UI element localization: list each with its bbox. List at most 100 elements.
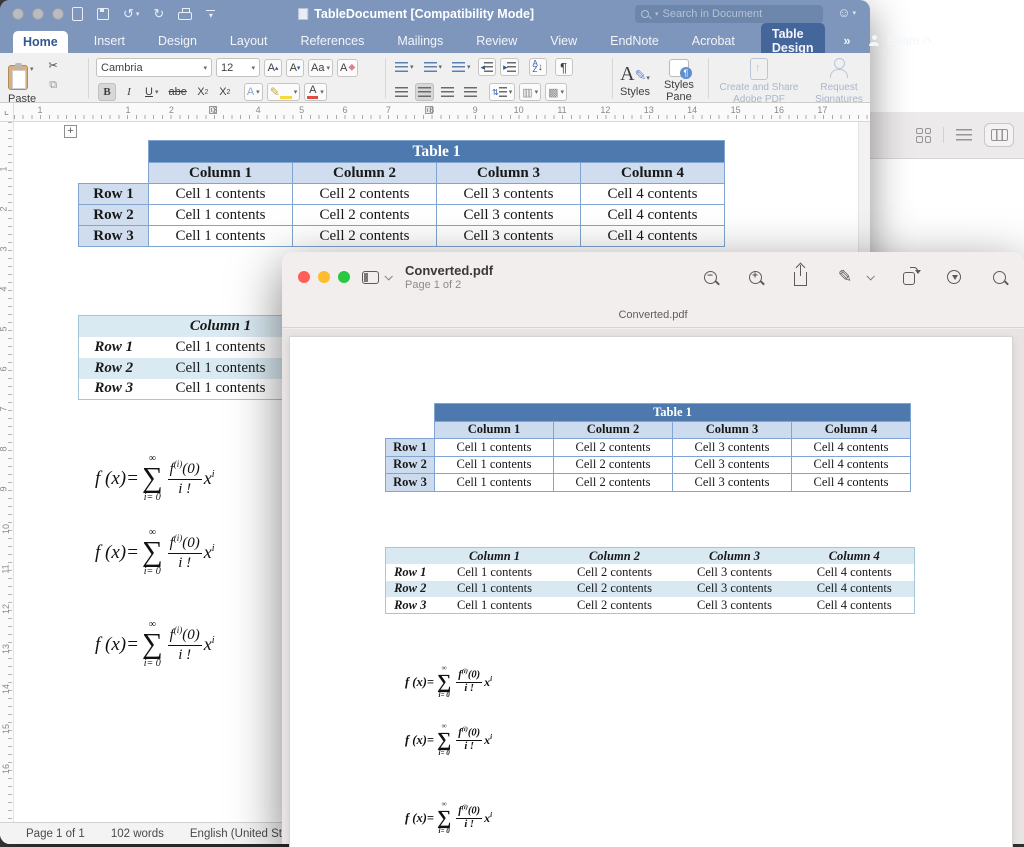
table-cell[interactable]: Cell 3 contents xyxy=(437,184,581,205)
search-button[interactable] xyxy=(990,268,1008,286)
clear-formatting-button[interactable]: A⬥ xyxy=(337,59,358,77)
zoom-button[interactable] xyxy=(338,271,350,283)
borders-button[interactable]: ▩▾ xyxy=(545,83,567,101)
row-header[interactable]: Row 3 xyxy=(79,379,149,400)
table-title[interactable]: Table 1 xyxy=(149,141,725,163)
bold-button[interactable]: B xyxy=(98,83,116,101)
bullet-list-button[interactable]: ▾ xyxy=(392,58,417,76)
table-cell[interactable]: Cell 1 contents xyxy=(149,379,293,400)
row-header[interactable]: Row 1 xyxy=(79,337,149,358)
grid-view-icon[interactable] xyxy=(916,128,931,143)
tab-mailings[interactable]: Mailings xyxy=(390,31,450,51)
save-icon[interactable] xyxy=(97,8,109,20)
zoom-button[interactable] xyxy=(52,8,64,20)
tab-view[interactable]: View xyxy=(543,31,584,51)
minimize-button[interactable] xyxy=(318,271,330,283)
tab-layout[interactable]: Layout xyxy=(223,31,275,51)
strikethrough-button[interactable]: abe xyxy=(165,83,189,101)
line-spacing-button[interactable]: ⇅▾ xyxy=(489,83,515,101)
table-cell[interactable]: Cell 2 contents xyxy=(293,184,437,205)
font-size-combo[interactable]: 12▾ xyxy=(216,58,260,77)
create-share-adobe-pdf-button[interactable]: Create and ShareAdobe PDF xyxy=(716,58,802,105)
font-color-button[interactable]: A▾ xyxy=(304,83,327,101)
table-cell[interactable]: Cell 1 contents xyxy=(149,205,293,226)
column-header[interactable]: Column 2 xyxy=(293,163,437,184)
word-table-1[interactable]: Table 1Column 1Column 2Column 3Column 4R… xyxy=(78,140,725,247)
styles-button[interactable]: A✎▾ Styles xyxy=(620,63,650,98)
column-header[interactable]: Column 1 xyxy=(149,163,293,184)
font-name-combo[interactable]: Cambria▾ xyxy=(96,58,212,77)
table-cell[interactable]: Cell 2 contents xyxy=(293,226,437,247)
table-cell[interactable]: Cell 4 contents xyxy=(581,226,725,247)
zoom-out-button[interactable]: − xyxy=(701,268,719,286)
ribbon-collapse-icon[interactable] xyxy=(922,37,932,47)
align-right-button[interactable] xyxy=(438,83,457,101)
align-left-button[interactable] xyxy=(392,83,411,101)
equation-1[interactable]: f (x)=∞∑i= 0f(i)(0)i !xi xyxy=(95,454,215,503)
row-header[interactable]: Row 2 xyxy=(79,205,149,226)
sidebar-toggle-icon[interactable] xyxy=(362,271,379,284)
row-header[interactable]: Row 3 xyxy=(79,226,149,247)
corner-spacer[interactable] xyxy=(79,316,149,337)
styles-pane-button[interactable]: ¶ StylesPane xyxy=(664,57,694,103)
search-input[interactable]: ▾ Search in Document xyxy=(635,5,823,23)
minimize-button[interactable] xyxy=(32,8,44,20)
redo-icon[interactable]: ↻ xyxy=(153,6,164,22)
tab-references[interactable]: References xyxy=(293,31,371,51)
page-count-status[interactable]: Page 1 of 1 xyxy=(26,828,85,840)
sidebar-chevron-icon[interactable] xyxy=(384,272,392,280)
toolbar-more-icon[interactable]: ▾ xyxy=(206,10,215,19)
increase-indent-button[interactable]: ▸ xyxy=(500,58,519,76)
close-button[interactable] xyxy=(12,8,24,20)
change-case-button[interactable]: Aa▾ xyxy=(308,59,333,77)
align-center-button[interactable] xyxy=(415,83,434,101)
column-header[interactable]: Column 4 xyxy=(581,163,725,184)
table-move-handle[interactable]: + xyxy=(64,125,77,138)
tab-overflow-chevron[interactable]: » xyxy=(844,34,850,48)
word-count-status[interactable]: 102 words xyxy=(111,828,164,840)
shading-button[interactable]: ▥▾ xyxy=(519,83,541,101)
share-button[interactable] xyxy=(791,268,809,286)
table-cell[interactable]: Cell 4 contents xyxy=(581,184,725,205)
corner-spacer[interactable] xyxy=(79,141,149,163)
shrink-font-button[interactable]: A▾ xyxy=(286,59,304,77)
columns-view-button[interactable] xyxy=(984,123,1014,147)
table[interactable]: Table 1Column 1Column 2Column 3Column 4R… xyxy=(78,140,725,247)
feedback-smiley-icon[interactable]: ☺▾ xyxy=(837,5,856,20)
show-marks-button[interactable]: ¶ xyxy=(555,58,573,76)
tab-endnote[interactable]: EndNote xyxy=(603,31,666,51)
copy-icon[interactable]: ⧉ xyxy=(44,76,62,94)
underline-button[interactable]: U▾ xyxy=(142,83,161,101)
paste-button[interactable]: ▾ Paste xyxy=(8,65,36,105)
table-cell[interactable]: Cell 3 contents xyxy=(437,205,581,226)
zoom-in-button[interactable]: + xyxy=(746,268,764,286)
superscript-button[interactable]: X2 xyxy=(216,83,234,101)
rotate-button[interactable] xyxy=(900,268,918,286)
highlight-button[interactable]: ✎▾ xyxy=(267,83,301,101)
cut-icon[interactable]: ✂ xyxy=(44,56,62,74)
text-effects-button[interactable]: A▾ xyxy=(244,83,263,101)
tab-acrobat[interactable]: Acrobat xyxy=(685,31,742,51)
table-cell[interactable]: Cell 1 contents xyxy=(149,184,293,205)
multilevel-list-button[interactable]: ▾ xyxy=(449,58,474,76)
tab-insert[interactable]: Insert xyxy=(87,31,132,51)
table-cell[interactable]: Cell 3 contents xyxy=(437,226,581,247)
italic-button[interactable]: I xyxy=(120,83,138,101)
print-icon[interactable] xyxy=(178,8,192,20)
tab-review[interactable]: Review xyxy=(469,31,524,51)
row-header[interactable]: Row 2 xyxy=(79,358,149,379)
horizontal-ruler[interactable]: ⌞ 11234567891011121314151617 xyxy=(0,103,870,122)
grow-font-button[interactable]: A▴ xyxy=(264,59,282,77)
table-cell[interactable]: Cell 2 contents xyxy=(293,205,437,226)
list-view-icon[interactable] xyxy=(956,129,972,141)
vertical-ruler[interactable]: 12345678910111213141516 xyxy=(0,122,14,822)
table-cell[interactable]: Cell 1 contents xyxy=(149,358,293,379)
undo-icon[interactable]: ↺▾ xyxy=(123,6,139,22)
share-button[interactable]: Share xyxy=(869,34,946,48)
row-header[interactable]: Row 1 xyxy=(79,184,149,205)
table-cell[interactable]: Cell 4 contents xyxy=(581,205,725,226)
request-signatures-button[interactable]: RequestSignatures xyxy=(806,58,872,105)
numbered-list-button[interactable]: ▾ xyxy=(421,58,446,76)
markup-button[interactable]: ✎ xyxy=(836,268,854,286)
justify-button[interactable] xyxy=(461,83,480,101)
